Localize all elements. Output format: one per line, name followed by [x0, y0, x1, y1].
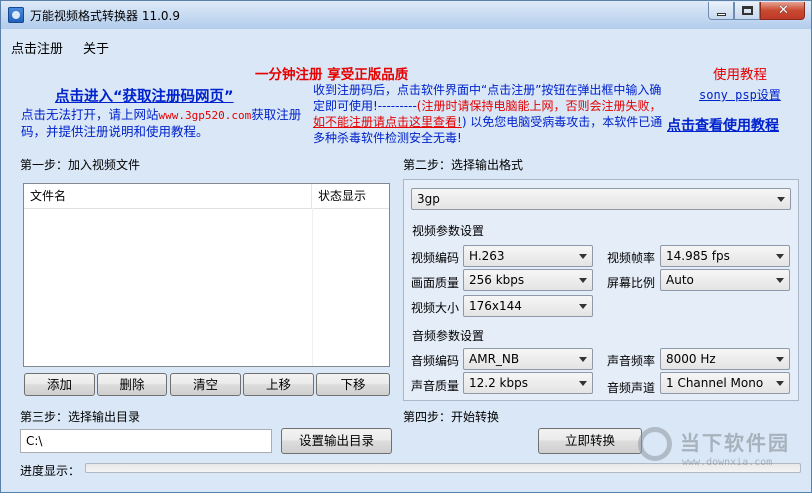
help-link[interactable]: 如不能注册请点击这里查看! [313, 115, 462, 129]
maximize-button[interactable] [734, 2, 760, 20]
video-quality-value: 256 kbps [469, 273, 525, 287]
frame-rate-label: 视频帧率 [607, 251, 656, 265]
audio-channels-label: 音频声道 [607, 381, 656, 395]
watermark-name: 当下软件园 [680, 431, 790, 455]
format-select[interactable]: 3gp [411, 188, 791, 210]
window-title: 万能视频格式转换器 11.0.9 [30, 9, 180, 23]
dropdown-arrow-icon [579, 304, 587, 309]
app-icon [8, 7, 24, 23]
column-status[interactable]: 状态显示 [312, 184, 389, 208]
file-list[interactable]: 文件名 状态显示 [23, 183, 390, 367]
promo-headline: 一分钟注册 享受正版品质 [255, 67, 409, 83]
video-quality-label: 画面质量 [411, 276, 460, 290]
close-icon: ✕ [778, 3, 789, 18]
audio-quality-label: 声音质量 [411, 379, 460, 393]
audio-channels-value: 1 Channel Mono [666, 376, 764, 390]
audio-channels-select[interactable]: 1 Channel Mono [660, 372, 790, 394]
clear-button[interactable]: 清空 [170, 373, 241, 396]
audio-quality-value: 12.2 kbps [469, 376, 528, 390]
menu-about[interactable]: 关于 [83, 38, 109, 57]
audio-codec-label: 音频编码 [411, 354, 460, 368]
step2-label: 第二步：选择输出格式 [403, 158, 524, 172]
view-tutorial-link[interactable]: 点击查看使用教程 [667, 115, 779, 135]
title-bar[interactable]: 万能视频格式转换器 11.0.9 ✕ [1, 1, 811, 29]
add-button[interactable]: 添加 [24, 373, 95, 396]
sample-rate-label: 声音频率 [607, 354, 656, 368]
aspect-ratio-value: Auto [666, 273, 694, 287]
progress-label: 进度显示： [20, 464, 81, 478]
website-link[interactable]: www.3gp520.com [159, 109, 252, 122]
dropdown-arrow-icon [776, 381, 784, 386]
register-note-a: 点击无法打开，请上网站 [21, 107, 159, 122]
audio-quality-select[interactable]: 12.2 kbps [463, 372, 593, 394]
get-regcode-link[interactable]: 点击进入“获取注册码网页” [55, 85, 234, 106]
dropdown-arrow-icon [579, 278, 587, 283]
move-up-button[interactable]: 上移 [243, 373, 314, 396]
video-size-select[interactable]: 176x144 [463, 295, 593, 317]
video-section-label: 视频参数设置 [412, 224, 485, 238]
tutorial-heading: 使用教程 [713, 67, 767, 83]
minimize-icon [717, 13, 726, 16]
file-list-header: 文件名 状态显示 [24, 184, 389, 209]
watermark: 当下软件园 www.downxia.com [634, 425, 812, 475]
maximize-icon [742, 6, 753, 15]
column-filename[interactable]: 文件名 [24, 184, 312, 208]
video-codec-value: H.263 [469, 249, 505, 263]
sample-rate-value: 8000 Hz [666, 352, 716, 366]
output-path-input[interactable]: C:\ [20, 429, 272, 453]
sony-psp-link[interactable]: sony psp设置 [699, 86, 781, 103]
audio-section-label: 音频参数设置 [412, 329, 485, 343]
sample-rate-select[interactable]: 8000 Hz [660, 348, 790, 370]
step3-label: 第三步：选择输出目录 [20, 410, 141, 424]
audio-codec-value: AMR_NB [469, 352, 520, 366]
format-value: 3gp [417, 192, 440, 206]
column-divider [312, 208, 313, 366]
video-codec-label: 视频编码 [411, 251, 460, 265]
video-size-value: 176x144 [469, 299, 522, 313]
window-controls: ✕ [708, 2, 805, 21]
menu-register[interactable]: 点击注册 [11, 38, 63, 57]
dropdown-arrow-icon [776, 278, 784, 283]
register-instructions: 收到注册码后，点击软件界面中“点击注册”按钮在弹出框中输入确定即可使用!----… [313, 82, 665, 146]
video-quality-select[interactable]: 256 kbps [463, 269, 593, 291]
step1-label: 第一步：加入视频文件 [20, 158, 141, 172]
aspect-ratio-label: 屏幕比例 [607, 276, 656, 290]
dropdown-arrow-icon [776, 254, 784, 259]
register-note: 点击无法打开，请上网站www.3gp520.com获取注册码，并提供注册说明和使… [21, 107, 311, 140]
close-button[interactable]: ✕ [760, 2, 805, 20]
dropdown-arrow-icon [579, 381, 587, 386]
delete-button[interactable]: 删除 [97, 373, 167, 396]
dropdown-arrow-icon [777, 197, 785, 202]
instructions-warning: (注册时请保持电脑能上网，否则会注册失败， [416, 99, 662, 113]
aspect-ratio-select[interactable]: Auto [660, 269, 790, 291]
watermark-logo-icon [638, 427, 672, 461]
frame-rate-select[interactable]: 14.985 fps [660, 245, 790, 267]
video-size-label: 视频大小 [411, 301, 460, 315]
dropdown-arrow-icon [579, 254, 587, 259]
dropdown-arrow-icon [579, 357, 587, 362]
set-output-dir-button[interactable]: 设置输出目录 [281, 428, 392, 454]
video-codec-select[interactable]: H.263 [463, 245, 593, 267]
start-convert-button[interactable]: 立即转换 [538, 428, 642, 454]
menu-bar: 点击注册 关于 [11, 38, 109, 57]
audio-codec-select[interactable]: AMR_NB [463, 348, 593, 370]
frame-rate-value: 14.985 fps [666, 249, 730, 263]
app-window: 万能视频格式转换器 11.0.9 ✕ 点击注册 关于 一分钟注册 享受正版品质 … [0, 0, 812, 493]
minimize-button[interactable] [708, 2, 734, 20]
dropdown-arrow-icon [776, 357, 784, 362]
watermark-url: www.downxia.com [682, 457, 773, 468]
move-down-button[interactable]: 下移 [316, 373, 390, 396]
step4-label: 第四步：开始转换 [403, 410, 500, 424]
